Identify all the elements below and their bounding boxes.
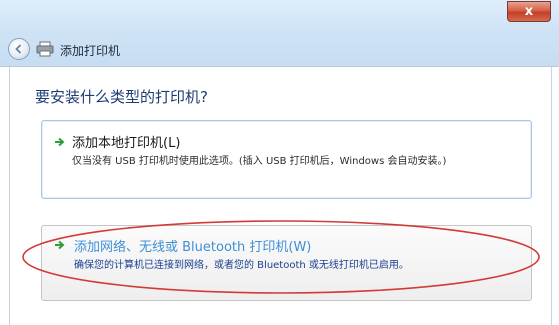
add-local-printer-option[interactable]: 添加本地打印机(L) 仅当没有 USB 打印机时使用此选项。(插入 USB 打印… xyxy=(41,120,532,199)
add-local-printer-description: 仅当没有 USB 打印机时使用此选项。(插入 USB 打印机后，Windows … xyxy=(72,156,447,167)
back-arrow-icon xyxy=(15,44,22,54)
window-title: 添加打印机 xyxy=(60,44,121,58)
back-button[interactable] xyxy=(8,38,30,60)
add-network-printer-option[interactable]: 添加网络、无线或 Bluetooth 打印机(W) 确保您的计算机已连接到网络，… xyxy=(41,225,532,301)
printer-icon xyxy=(36,41,54,57)
green-arrow-icon xyxy=(55,137,65,147)
add-network-printer-label: 添加网络、无线或 Bluetooth 打印机(W) xyxy=(74,240,312,255)
close-button[interactable]: x xyxy=(507,1,551,22)
green-arrow-icon xyxy=(55,240,65,250)
add-local-printer-label: 添加本地打印机(L) xyxy=(72,136,181,151)
add-network-printer-description: 确保您的计算机已连接到网络，或者您的 Bluetooth 或无线打印机已启用。 xyxy=(74,260,409,271)
close-icon: x xyxy=(524,4,534,19)
page-heading: 要安装什么类型的打印机? xyxy=(35,88,208,106)
